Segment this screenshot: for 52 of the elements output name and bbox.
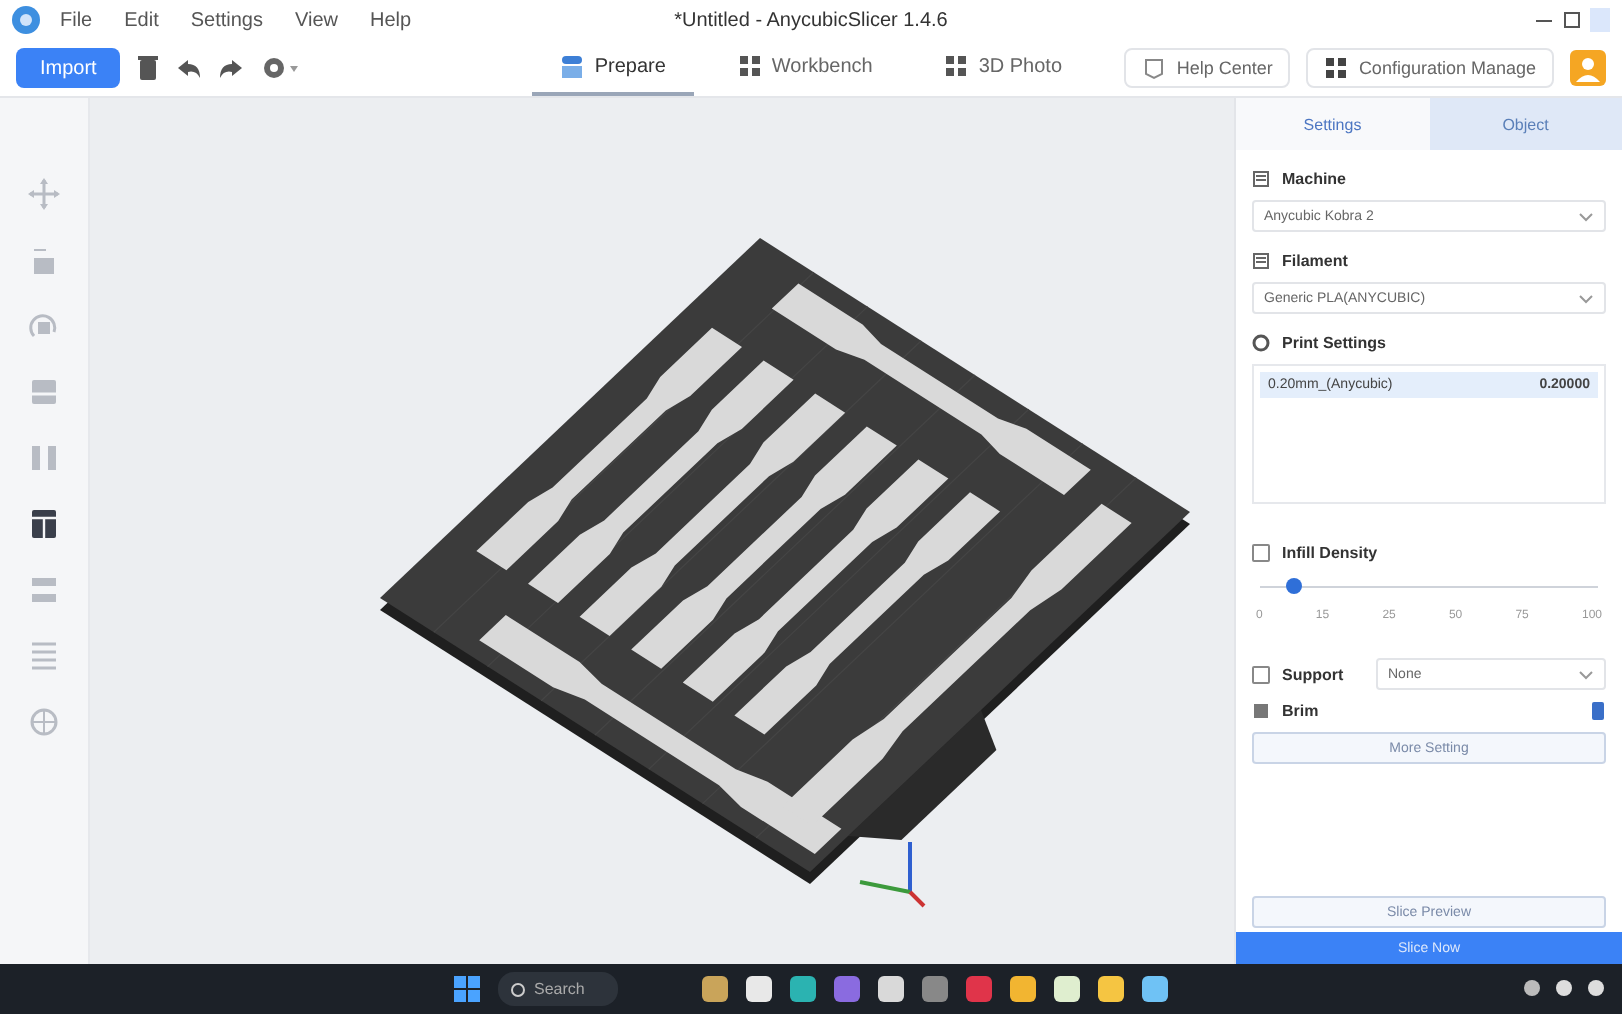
cylinder-icon bbox=[560, 54, 585, 78]
section-label: Support bbox=[1282, 665, 1344, 683]
search-icon bbox=[510, 981, 526, 997]
undo-icon[interactable] bbox=[176, 56, 203, 80]
header-button[interactable]: Configuration Manage bbox=[1306, 48, 1554, 88]
menu-item[interactable]: Help bbox=[358, 9, 424, 31]
section-label: Infill Density bbox=[1282, 544, 1378, 562]
app-icon[interactable] bbox=[1010, 976, 1036, 1002]
shield-icon bbox=[1142, 56, 1167, 80]
mode-tab[interactable]: Workbench bbox=[709, 40, 901, 96]
menu-item[interactable]: File bbox=[48, 9, 105, 31]
section-label: Brim bbox=[1282, 702, 1319, 720]
section-label: Machine bbox=[1282, 170, 1347, 188]
list-icon bbox=[1252, 252, 1270, 270]
menu-item[interactable]: View bbox=[283, 9, 350, 31]
app-icon[interactable] bbox=[746, 976, 772, 1002]
grid-icon bbox=[737, 54, 762, 78]
panel-tab[interactable]: Object bbox=[1429, 98, 1622, 150]
square-icon bbox=[1252, 702, 1270, 720]
infill-slider[interactable] bbox=[1260, 578, 1598, 594]
app-logo-icon bbox=[12, 6, 40, 34]
checkbox[interactable] bbox=[1252, 544, 1270, 562]
menu-item[interactable]: Edit bbox=[112, 9, 171, 31]
axis-drawing bbox=[859, 842, 926, 908]
header-button[interactable]: Help Center bbox=[1124, 48, 1291, 88]
delete-icon[interactable] bbox=[136, 54, 161, 82]
caret-icon bbox=[1578, 667, 1594, 681]
app-icon[interactable] bbox=[702, 976, 728, 1002]
grid-icon bbox=[1324, 56, 1349, 80]
section-label: Print Settings bbox=[1282, 334, 1387, 352]
section-label: Filament bbox=[1282, 252, 1348, 270]
panel-tab[interactable]: Settings bbox=[1236, 98, 1429, 150]
app-icon[interactable] bbox=[1142, 976, 1168, 1002]
app-icon[interactable] bbox=[878, 976, 904, 1002]
redo-icon[interactable] bbox=[218, 56, 245, 80]
app-icon[interactable] bbox=[1098, 976, 1124, 1002]
start-icon[interactable] bbox=[454, 976, 480, 1002]
search-field[interactable]: Search bbox=[498, 972, 618, 1006]
list-icon bbox=[1252, 170, 1270, 188]
maximize-icon[interactable] bbox=[1562, 10, 1582, 30]
import-button[interactable]: Import bbox=[16, 48, 121, 88]
app-icon[interactable] bbox=[1054, 976, 1080, 1002]
caret-icon bbox=[1578, 291, 1594, 305]
checkbox[interactable] bbox=[1252, 665, 1270, 683]
caret-icon bbox=[1578, 209, 1594, 223]
app-icon[interactable] bbox=[790, 976, 816, 1002]
window-title: *Untitled - AnycubicSlicer 1.4.6 bbox=[674, 9, 948, 31]
menu-item[interactable]: Settings bbox=[178, 9, 275, 31]
build-plate-drawing[interactable] bbox=[380, 238, 1190, 884]
mode-tab[interactable]: 3D Photo bbox=[916, 40, 1091, 96]
slice-icon[interactable] bbox=[28, 508, 60, 540]
grid-icon bbox=[944, 54, 969, 78]
